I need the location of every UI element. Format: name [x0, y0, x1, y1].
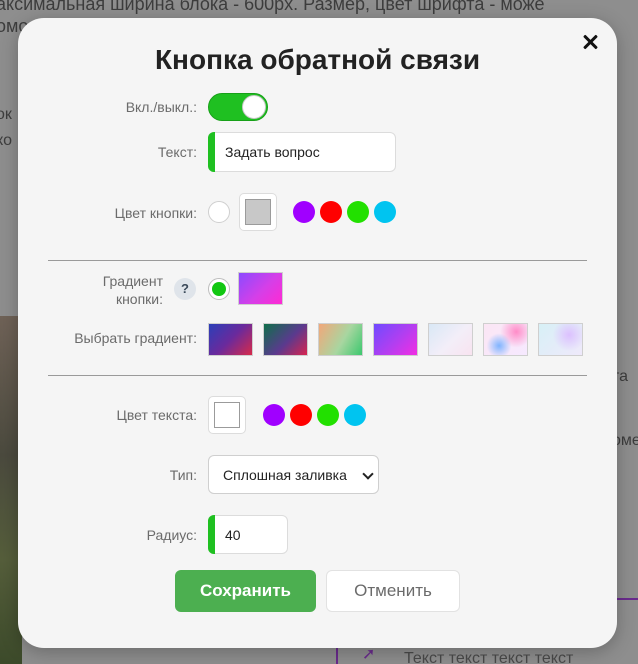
text-input[interactable]: Задать вопрос — [208, 132, 396, 172]
gradient-option-2[interactable] — [263, 323, 308, 356]
text-color-swatch-cyan[interactable] — [344, 404, 366, 426]
color-swatch-red[interactable] — [320, 201, 342, 223]
type-select-value: Сплошная заливка — [223, 466, 347, 483]
enable-toggle[interactable] — [208, 93, 268, 121]
color-swatch-white[interactable] — [208, 201, 230, 223]
background-text: ко — [0, 132, 13, 149]
radius-input[interactable]: 40 — [208, 515, 288, 554]
selected-color-preview — [245, 199, 271, 225]
help-icon[interactable]: ? — [174, 278, 196, 300]
color-swatch-cyan[interactable] — [374, 201, 396, 223]
toggle-knob — [242, 95, 266, 119]
enable-label: Вкл./выкл.: — [125, 99, 197, 115]
dialog-title: Кнопка обратной связи — [154, 44, 481, 75]
radius-label: Радиус: — [146, 527, 197, 543]
type-label: Тип: — [169, 467, 197, 483]
gradient-option-7[interactable] — [538, 323, 583, 356]
gradient-label-line2: кнопки: — [115, 291, 163, 307]
gradient-option-4[interactable] — [373, 323, 418, 356]
selected-text-color-preview — [214, 402, 240, 428]
color-swatch-green[interactable] — [347, 201, 369, 223]
color-swatch-purple[interactable] — [293, 201, 315, 223]
type-select[interactable]: Сплошная заливка — [208, 455, 379, 494]
background-text: аксимальная ширина блока - 600px. Размер… — [0, 0, 545, 14]
button-color-label: Цвет кнопки: — [114, 205, 197, 221]
gradient-option-3[interactable] — [318, 323, 363, 356]
text-color-picker[interactable] — [208, 396, 246, 434]
section-divider — [48, 375, 587, 376]
gradient-label-line1: Градиент — [102, 273, 163, 289]
section-divider — [48, 260, 587, 261]
text-color-swatch-purple[interactable] — [263, 404, 285, 426]
chevron-down-icon — [362, 468, 374, 480]
cancel-button[interactable]: Отменить — [326, 570, 460, 612]
gradient-enable-radio[interactable] — [208, 278, 230, 300]
gradient-option-1[interactable] — [208, 323, 253, 356]
background-text: Текст текст текст текст — [404, 650, 574, 664]
gradient-option-6[interactable] — [483, 323, 528, 356]
background-text: ок — [0, 106, 12, 123]
background-divider — [616, 598, 638, 600]
choose-gradient-label: Выбрать градиент: — [74, 330, 197, 346]
gradient-label: Градиент кнопки: — [58, 272, 163, 308]
button-color-picker[interactable] — [239, 193, 277, 231]
gradient-option-5[interactable] — [428, 323, 473, 356]
gradient-preview — [238, 272, 283, 305]
save-button[interactable]: Сохранить — [175, 570, 316, 612]
text-color-label: Цвет текста: — [116, 407, 197, 423]
text-color-swatch-green[interactable] — [317, 404, 339, 426]
feedback-button-dialog: Кнопка обратной связи Вкл./выкл.: Текст:… — [18, 18, 617, 648]
radio-fill — [212, 282, 226, 296]
text-color-swatch-red[interactable] — [290, 404, 312, 426]
text-label: Текст: — [157, 144, 197, 160]
